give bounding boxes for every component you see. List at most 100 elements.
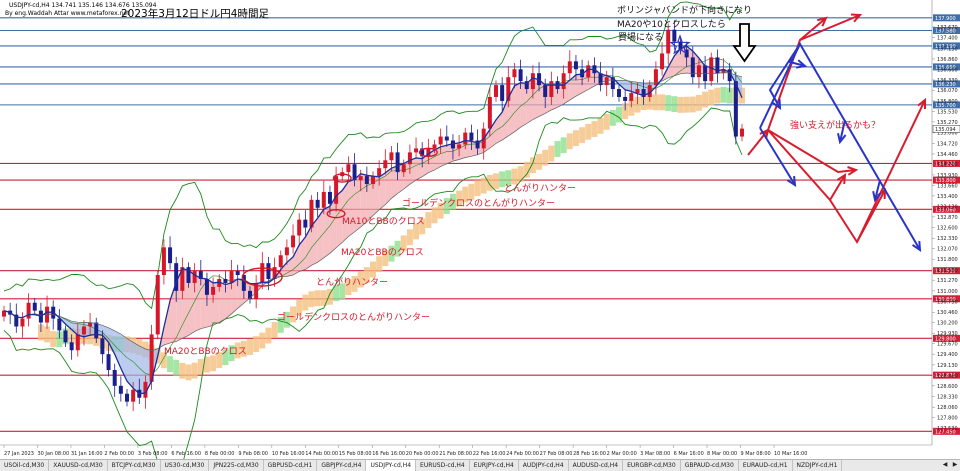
symbol-tab[interactable]: EURAUD-cd,H1 (739, 460, 793, 471)
candle-body (70, 342, 74, 350)
cloud-segment (210, 355, 216, 371)
x-tick-label: 9 Mar 08:00 (741, 451, 771, 457)
candle-body (531, 73, 535, 89)
cloud-segment (604, 114, 610, 130)
label-golden-cross-1: ゴールデンクロスのとんがりハンター (402, 197, 555, 209)
label-ma20-bb-cross-2: MA20とBBのクロス (164, 346, 247, 357)
cloud-segment (653, 94, 659, 110)
y-tick-label: 133.130 (937, 205, 958, 211)
price-chart[interactable]: 137.900137.580137.190136.660136.230135.7… (0, 0, 960, 459)
candle-body (303, 220, 307, 228)
candle-body (223, 279, 227, 283)
symbol-tab[interactable]: AUDJPY-cd,H4 (519, 460, 569, 471)
candle-body (168, 247, 172, 263)
candle-body (88, 323, 92, 327)
y-tick-label: 129.670 (937, 341, 958, 347)
y-tick-label: 133.660 (937, 184, 958, 190)
label-golden-cross-2: ゴールデンクロスのとんがりハンター (277, 311, 430, 323)
candle-body (672, 30, 676, 42)
symbol-tab[interactable]: GBPAUD-cd,M30 (681, 460, 739, 471)
ma-fill-segment (576, 74, 582, 96)
cloud-segment (665, 95, 671, 111)
note-line-3: 買場になる (618, 31, 663, 43)
candle-body (691, 57, 695, 77)
symbol-tab[interactable]: EURJPY-cd,H4 (470, 460, 519, 471)
candle-body (119, 386, 123, 394)
candle-body (574, 61, 578, 69)
x-tick-label: 10 Mar 16:00 (774, 451, 807, 457)
symbol-tab[interactable]: NZDJPY-cd,H1 (793, 460, 843, 471)
ma-fill-segment (441, 145, 447, 166)
symbol-tab[interactable]: GBPJPY-cd,H4 (317, 460, 366, 471)
candle-body (494, 85, 498, 97)
candle-body (57, 319, 61, 331)
cloud-segment (721, 87, 727, 103)
candle-body (205, 279, 209, 295)
cloud-segment (598, 118, 604, 134)
candle-body (230, 271, 234, 283)
y-tick-label: 129.930 (937, 331, 958, 337)
candle-body (365, 176, 369, 184)
symbol-tab[interactable]: EURUSD-cd,H4 (416, 460, 470, 471)
y-tick-label: 137.400 (937, 36, 958, 42)
cloud-segment (50, 331, 56, 347)
cloud-segment (555, 141, 561, 157)
cloud-segment (708, 90, 714, 106)
x-tick-label: 16 Feb 16:00 (372, 451, 405, 457)
symbol-tab[interactable]: USDJPY-cd,H4 (366, 460, 416, 471)
y-tick-label: 133.400 (937, 194, 958, 200)
candle-body (562, 73, 566, 89)
symbol-tab[interactable]: AUDUSD-cd,H4 (569, 460, 623, 471)
symbol-tab[interactable]: EURGBP-cd,M30 (623, 460, 681, 471)
cloud-segment (407, 229, 413, 245)
symbol-tab[interactable]: JPN225-cd,M30 (209, 460, 263, 471)
x-tick-label: 15 Feb 08:00 (339, 451, 372, 457)
candle-body (371, 176, 375, 184)
ma-fill-segment (379, 173, 385, 210)
candle-body (33, 303, 37, 311)
symbol-tab[interactable]: XAUUSD-cd,M30 (49, 460, 107, 471)
candle-body (297, 220, 301, 236)
x-tick-label: 22 Feb 16:00 (473, 451, 506, 457)
y-tick-label: 128.600 (937, 384, 958, 390)
candle-body (389, 152, 393, 160)
cloud-segment (259, 333, 265, 349)
candle-body (64, 330, 68, 342)
candle-body (414, 148, 418, 152)
y-tick-label: 136.070 (937, 88, 958, 94)
cloud-segment (678, 97, 684, 113)
x-tick-label: 27 Jan 2023 (4, 451, 34, 457)
cloud-segment (432, 207, 438, 223)
symbol-tab[interactable]: US30-cd,M30 (161, 460, 210, 471)
candle-body (500, 85, 504, 101)
candle-body (439, 137, 443, 145)
scroll-right-icon[interactable]: ▶ (950, 460, 960, 471)
cloud-segment (370, 262, 376, 278)
candle-body (285, 247, 289, 255)
candle-body (82, 326, 86, 334)
x-tick-label: 6 Mar 16:00 (674, 451, 704, 457)
scroll-left-icon[interactable]: ◀ (940, 460, 950, 471)
candle-body (193, 271, 197, 283)
cloud-segment (585, 124, 591, 140)
cloud-segment (518, 166, 524, 182)
y-tick-label: 136.330 (937, 78, 958, 84)
cloud-segment (561, 137, 567, 153)
y-tick-label: 127.530 (937, 426, 958, 432)
candle-body (697, 65, 701, 77)
cloud-segment (659, 94, 665, 110)
cloud-segment (179, 363, 185, 379)
candle-body (703, 65, 707, 81)
ma-fill-segment (133, 342, 139, 393)
current-price-label: 135.094 (935, 127, 956, 133)
label-ma10-bb-cross: MA10とBBのクロス (342, 216, 425, 227)
symbol-tab[interactable]: USOil-cd,M30 (0, 460, 49, 471)
x-tick-label: 27 Feb 08:00 (540, 451, 573, 457)
candle-body (617, 89, 621, 97)
y-tick-label: 129.400 (937, 352, 958, 358)
symbol-tab[interactable]: GBPUSD-cd,H1 (264, 460, 318, 471)
symbol-tab[interactable]: BTCJPY-cd,M30 (108, 460, 161, 471)
ma-fill-segment (195, 275, 201, 331)
label-hunter-1: とんがりハンター (504, 182, 576, 194)
y-tick-label: 128.860 (937, 374, 958, 380)
